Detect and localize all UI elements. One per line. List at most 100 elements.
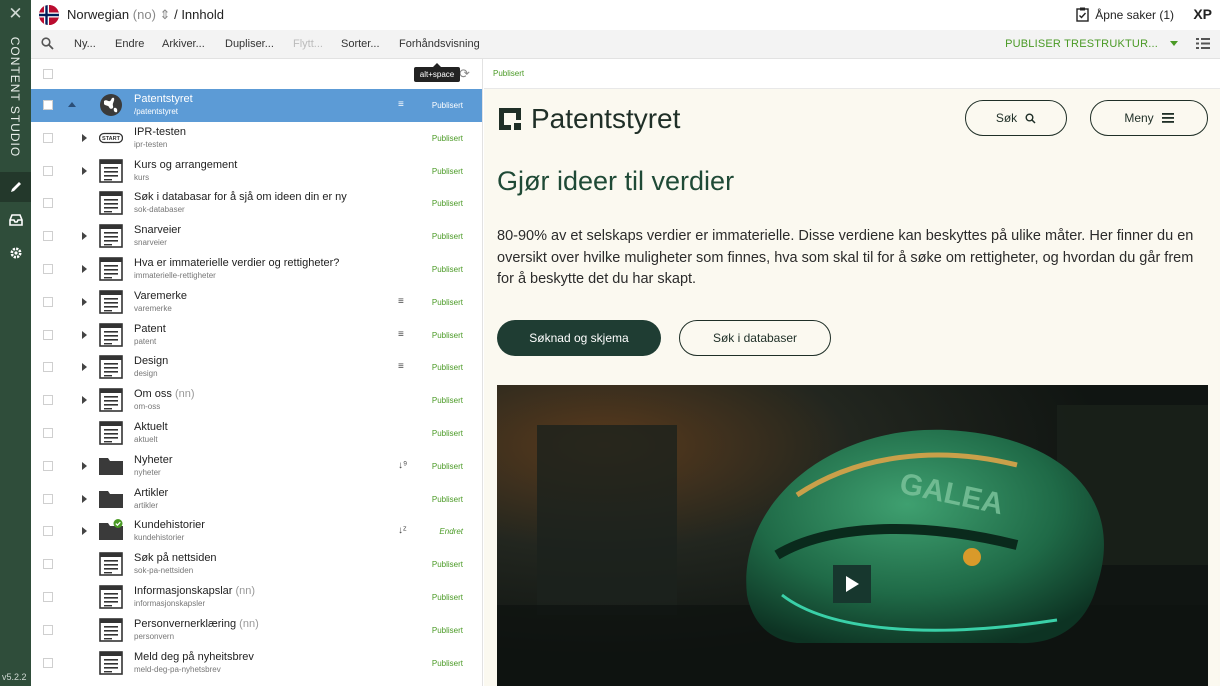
open-issues-label: Åpne saker (1) [1095,7,1174,22]
tree-row[interactable]: Hva er immaterielle verdier og rettighet… [31,253,482,286]
expand-arrow-icon[interactable] [82,527,87,536]
row-path: om-oss [134,402,161,412]
expand-arrow-icon[interactable] [82,232,87,241]
sort-button[interactable]: Sorter... [341,38,380,50]
row-status: Publisert [431,265,463,274]
breadcrumb-section[interactable]: Innhold [181,7,224,22]
tree-row[interactable]: Kurs og arrangement kurs Publisert [31,155,482,188]
row-checkbox[interactable] [43,395,53,406]
row-checkbox[interactable] [43,428,53,438]
site-menu-button[interactable]: Meny [1090,100,1208,136]
tree-row[interactable]: Personvernerklæring (nn) personvern Publis… [31,614,482,647]
row-checkbox[interactable] [43,526,53,537]
row-path: kundehistorier [134,533,185,543]
tree-row[interactable]: START IPR-testen ipr-testen Publisert [31,122,482,155]
expand-arrow-icon[interactable] [68,102,76,107]
tree-row[interactable]: Om oss (nn) om-oss Publisert [31,384,482,417]
norway-flag-icon[interactable] [39,5,59,25]
tree-row[interactable]: Kundehistorier kundehistorier ↓ᶻ Endret [31,515,482,548]
row-checkbox[interactable] [43,592,53,602]
new-button[interactable]: Ny... [74,38,96,50]
site-logo[interactable]: Patentstyret [497,103,680,135]
row-checkbox[interactable] [43,231,53,242]
row-checkbox[interactable] [43,362,53,373]
play-icon [846,576,859,592]
row-checkbox[interactable] [43,296,53,307]
row-checkbox[interactable] [43,100,53,110]
row-checkbox[interactable] [43,559,53,570]
preview-button[interactable]: Forhåndsvisning [399,38,480,50]
hero-video[interactable]: GALEA [497,385,1208,686]
search-databases-button[interactable]: Søk i databaser [679,320,831,356]
page-icon [99,421,123,445]
tree-row[interactable]: Nyheter nyheter ↓⁹ Publisert [31,450,482,483]
tree-row[interactable]: Søk i databasar for å sjå om ideen din e… [31,187,482,220]
chevron-updown-icon[interactable]: ⇕ [160,7,171,22]
select-all-checkbox[interactable] [43,69,53,79]
xp-logo[interactable]: XP [1193,6,1212,22]
tree-row[interactable]: Varemerke varemerke ≡ Publisert [31,286,482,319]
breadcrumb-separator: / [174,7,178,22]
duplicate-button[interactable]: Dupliser... [225,38,274,50]
svg-text:START: START [102,136,121,142]
archive-nav-icon[interactable] [0,205,31,235]
tree-row[interactable]: Artikler artikler Publisert [31,483,482,516]
edit-button[interactable]: Endre [115,38,144,50]
search-icon[interactable] [41,37,54,53]
page-icon [99,585,123,609]
archive-button[interactable]: Arkiver... [162,38,205,50]
tree-row[interactable]: Søk på nettsiden sok-pa-nettsiden Publiser… [31,548,482,581]
language-label[interactable]: Norwegian [67,7,129,22]
row-checkbox[interactable] [43,329,53,340]
row-checkbox[interactable] [43,460,53,471]
application-forms-button[interactable]: Søknad og skjema [497,320,661,356]
play-button[interactable] [833,565,871,603]
row-status: Endret [439,527,463,537]
tree-row[interactable]: Aktuelt aktuelt Publisert [31,417,482,450]
row-checkbox[interactable] [43,624,53,635]
edit-nav-pencil-icon[interactable] [0,172,31,202]
breadcrumb[interactable]: Norwegian (no) ⇕ / Innhold [67,7,224,23]
row-name: Varemerke [134,289,187,302]
row-checkbox[interactable] [43,657,53,668]
left-sidebar: ✕ CONTENT STUDIO v5.2.2 [0,0,31,686]
tree-row[interactable]: Design design ≡ Publisert [31,351,482,384]
site-search-button[interactable]: Søk [965,100,1067,136]
row-indicator-icon: ↓ᶻ [398,525,407,537]
open-issues-button[interactable]: Åpne saker (1) [1076,7,1174,22]
row-checkbox[interactable] [43,165,53,176]
page-icon [99,158,123,183]
tree-row[interactable]: Patentstyret/patentstyret ≡ Publisert [31,89,482,122]
content-tree: ⟳ Patentstyret/patentstyret ≡ Publisert STA… [31,59,483,686]
refresh-icon[interactable]: ⟳ [459,66,470,82]
row-checkbox[interactable] [43,264,53,274]
publish-dropdown-arrow-icon[interactable] [1170,41,1178,46]
expand-arrow-icon[interactable] [82,297,87,306]
publish-tree-button[interactable]: PUBLISER TRESTRUKTUR... [1005,38,1158,50]
close-icon[interactable]: ✕ [0,4,31,28]
page-icon [99,322,123,347]
tree-row[interactable]: Informasjonskapslar (nn) informasjonskaps… [31,581,482,614]
tree-row[interactable]: Patent patent ≡ Publisert [31,319,482,352]
row-checkbox[interactable] [43,198,53,209]
move-button[interactable]: Flytt... [293,38,323,50]
row-path: design [134,369,158,379]
row-name: Patentstyret [134,93,193,105]
expand-arrow-icon[interactable] [82,330,87,339]
row-checkbox[interactable] [43,493,53,504]
preview-status: Publisert [493,69,525,78]
row-checkbox[interactable] [43,132,53,143]
expand-arrow-icon[interactable] [82,461,87,470]
expand-arrow-icon[interactable] [82,265,87,273]
expand-arrow-icon[interactable] [82,494,87,503]
expand-arrow-icon[interactable] [82,396,87,405]
tree-row[interactable]: Meld deg på nyheitsbrev meld-deg-pa-nyhet… [31,647,482,680]
expand-arrow-icon[interactable] [82,133,87,142]
list-view-icon[interactable] [1196,37,1210,53]
settings-gear-icon[interactable] [0,238,31,268]
row-path: informasjonskapsler [134,599,206,608]
tree-row[interactable]: Snarveier snarveier Publisert [31,220,482,253]
expand-arrow-icon[interactable] [82,363,87,372]
row-path: personvern [134,631,175,641]
expand-arrow-icon[interactable] [82,166,87,175]
